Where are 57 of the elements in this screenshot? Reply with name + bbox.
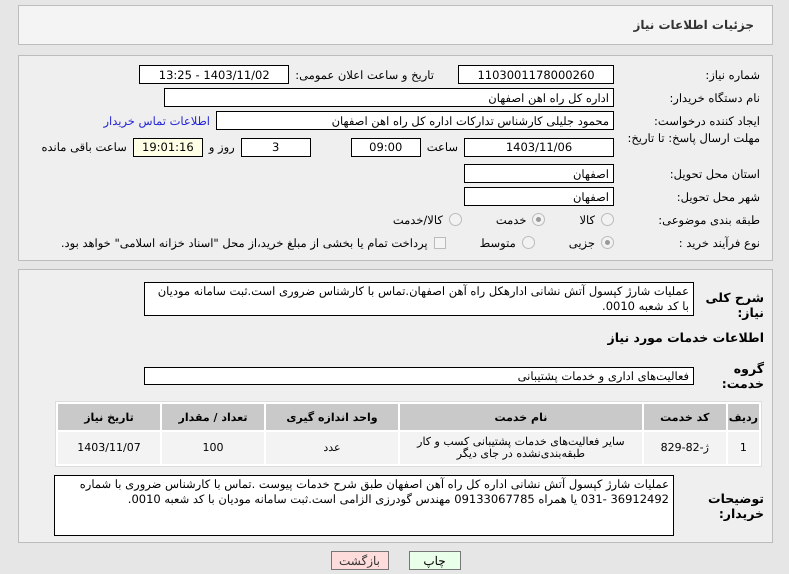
table-cell: 1: [728, 432, 759, 464]
checkbox[interactable]: [434, 236, 446, 248]
checkbox-label: پرداخت تمام یا بخشی از مبلغ خرید،از محل "اسناد خزانه اسلامی" خواهد بود.: [60, 236, 428, 250]
field-label: طبقه بندی موضوعی:: [657, 212, 761, 226]
need-number-field: 1103001178000260: [458, 65, 614, 84]
radio-button[interactable]: [522, 236, 535, 249]
field-label: توضیحات خریدار:: [707, 490, 764, 520]
buyer-org-field: اداره کل راه اهن اصفهان: [164, 88, 614, 107]
field-label: ایجاد کننده درخواست:: [653, 114, 761, 128]
radio-button[interactable]: [601, 236, 614, 249]
city-field: اصفهان: [464, 187, 614, 206]
table-cell: 1403/11/07: [58, 432, 160, 464]
column-header: واحد اندازه گیری: [266, 404, 398, 430]
field-label: استان محل تحویل:: [668, 166, 761, 180]
column-header: کد خدمت: [644, 404, 726, 430]
field-label: شماره نیاز:: [704, 68, 761, 82]
option-label: خدمت: [496, 212, 526, 226]
table-cell: ژ-82-829: [644, 432, 726, 464]
column-header: نام خدمت: [400, 404, 642, 430]
remaining-time-field: 19:01:16: [132, 138, 203, 156]
column-header: تعداد / مقدار: [162, 404, 264, 430]
deadline-date-field: 1403/11/06: [464, 138, 614, 156]
print-button[interactable]: چاپ: [408, 551, 460, 570]
table-cell: 100: [162, 432, 264, 464]
field-label: تاریخ و ساعت اعلان عمومی:: [295, 68, 434, 82]
column-header: ردیف: [728, 404, 759, 430]
back-button[interactable]: بازگشت: [330, 551, 388, 570]
service-group-field: فعالیت‌های اداری و خدمات پشتیبانی: [144, 367, 694, 385]
deadline-time-field: 09:00: [350, 138, 421, 156]
field-label: شرح کلی نیاز:: [704, 290, 764, 320]
province-field: اصفهان: [464, 164, 614, 183]
column-header: تاریخ نیاز: [58, 404, 160, 430]
time-label: ساعت: [426, 140, 458, 154]
radio-button[interactable]: [532, 213, 546, 226]
remaining-label: ساعت باقی مانده: [42, 140, 127, 154]
field-label: شهر محل تحویل:: [676, 190, 761, 204]
option-label: کالا/خدمت: [392, 212, 443, 226]
option-label: کالا: [579, 212, 595, 226]
section-title: اطلاعات خدمات مورد نیاز: [608, 330, 764, 345]
table-cell: سایر فعالیت‌های خدمات پشتیبانی کسب و کار طبقه‌بندی‌نشده در جای دیگر: [400, 432, 642, 464]
field-label: نام دستگاه خریدار:: [668, 90, 761, 104]
radio-button[interactable]: [448, 213, 462, 226]
field-label: گروه خدمت:: [720, 361, 764, 391]
radio-button[interactable]: [601, 213, 614, 226]
announce-date-field: 1403/11/02 - 13:25: [139, 65, 290, 84]
days-field: 3: [240, 138, 311, 156]
days-label: روز و: [208, 140, 235, 154]
creator-field: محمود جلیلی کارشناس تدارکات اداره کل راه اهن اصفهان: [216, 111, 614, 130]
field-label: مهلت ارسال پاسخ: تا تاریخ:: [626, 132, 761, 145]
buyer-notes-field: عملیات شارژ کپسول آتش نشانی اداره کل راه آهن اصفهان طبق شرح خدمات پیوست .تماس با کارشناس ضروری با شماره 36912492 -031 یا همراه 09133067785 مهندس گودرزی الزامی است.ثبت سامانه مودیان با کد شعبه 0010.: [54, 475, 674, 536]
buyer-contact-link[interactable]: اطلاعات تماس خریدار: [103, 114, 210, 128]
page-title: جزئیات اطلاعات نیاز: [18, 5, 773, 45]
table-cell: عدد: [266, 432, 398, 464]
field-label: نوع فرآیند خرید :: [678, 236, 761, 250]
option-label: جزیی: [568, 236, 595, 250]
description-field: عملیات شارژ کپسول آتش نشانی ادارهکل راه آهن اصفهان.تماس با کارشناس ضروری است.ثبت سامانه مودیان با کد شعبه 0010.: [144, 282, 694, 316]
option-label: متوسط: [480, 236, 516, 250]
